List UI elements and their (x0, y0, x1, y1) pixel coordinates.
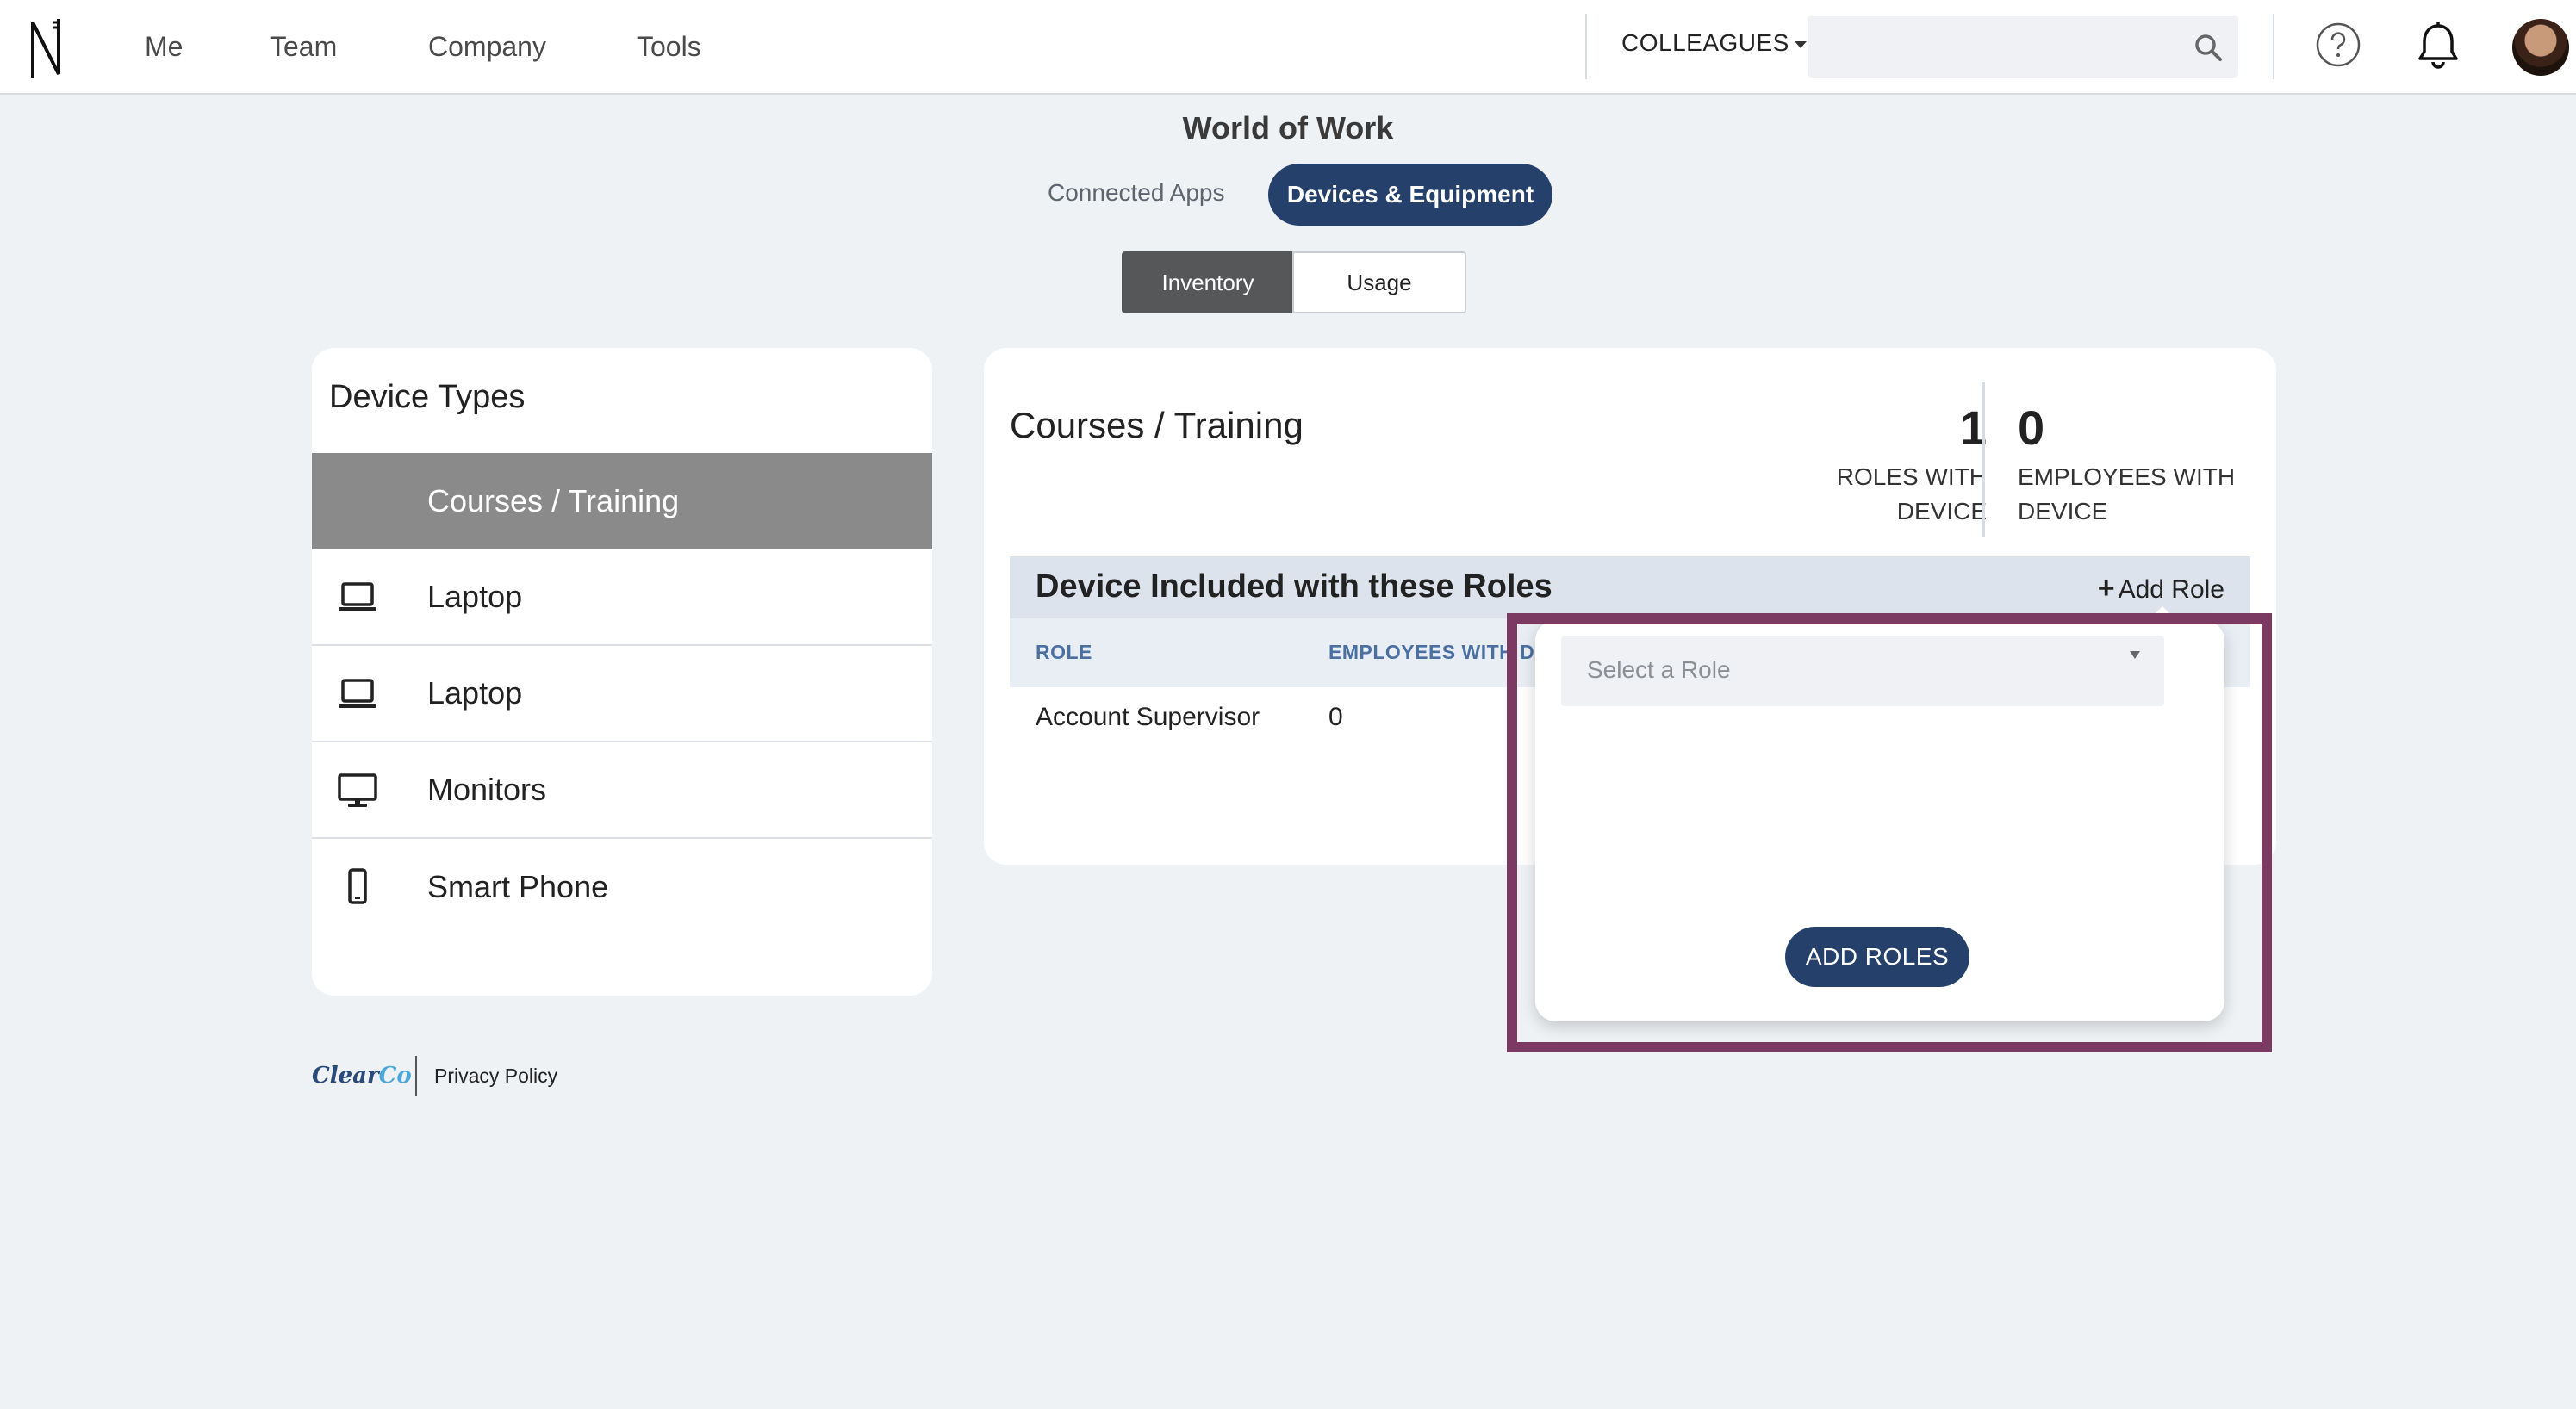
privacy-policy-link[interactable]: Privacy Policy (434, 1065, 557, 1088)
user-avatar[interactable] (2512, 19, 2569, 76)
plus-icon: + (2097, 572, 2115, 605)
device-types-title: Device Types (329, 379, 526, 415)
colleagues-label: COLLEAGUES (1621, 29, 1789, 56)
stat-label-line: DEVICE (1896, 498, 1987, 524)
device-type-item-smart-phone[interactable]: Smart Phone (312, 839, 932, 935)
nav-company[interactable]: Company (428, 28, 546, 65)
topbar-divider (1585, 14, 1587, 79)
tab-connected-apps[interactable]: Connected Apps (1048, 179, 1225, 207)
chevron-down-icon (1794, 40, 1807, 48)
logo-text: Co (378, 1063, 412, 1089)
stat-label-line: ROLES WITH (1836, 463, 1987, 490)
employees-with-device-count: 0 (2018, 400, 2045, 455)
logo-text: Clear (312, 1063, 379, 1089)
device-type-item-laptop[interactable]: Laptop (312, 549, 932, 646)
monitor-icon (338, 773, 377, 807)
page-title: World of Work (1182, 110, 1394, 146)
add-role-button[interactable]: + Add Role (2098, 572, 2224, 605)
top-navigation-bar: Me Team Company Tools COLLEAGUES (0, 0, 2576, 95)
company-logo: ClearCo (312, 1063, 412, 1089)
roles-section-header: Device Included with these Roles + Add Ro… (1010, 556, 2250, 618)
roles-with-device-label: ROLES WITH DEVICE (1837, 460, 1987, 529)
table-cell-role: Account Supervisor (1036, 703, 1260, 731)
search-icon[interactable] (2193, 33, 2223, 62)
employees-with-device-label: EMPLOYEES WITH DEVICE (2018, 460, 2235, 529)
device-types-panel: Device Types Courses / Training Laptop L… (312, 348, 932, 996)
stats-divider (1982, 382, 1985, 537)
app-logo-icon[interactable] (29, 17, 64, 79)
footer-divider (415, 1056, 417, 1096)
device-type-label: Smart Phone (427, 869, 609, 904)
device-type-label: Laptop (427, 579, 523, 614)
nav-team[interactable]: Team (270, 28, 337, 65)
segment-inventory[interactable]: Inventory (1122, 251, 1294, 313)
device-detail-title: Courses / Training (1010, 405, 1304, 445)
roles-section-title: Device Included with these Roles (1036, 568, 1552, 605)
colleagues-dropdown[interactable]: COLLEAGUES (1621, 29, 1807, 57)
add-role-label: Add Role (2118, 575, 2224, 604)
segment-usage[interactable]: Usage (1292, 251, 1466, 313)
device-type-item-courses-training[interactable]: Courses / Training (312, 453, 932, 549)
topbar-divider (2273, 14, 2274, 79)
device-type-label: Courses / Training (427, 483, 680, 518)
tab-devices-equipment[interactable]: Devices & Equipment (1268, 164, 1552, 226)
stat-label-line: DEVICE (2018, 498, 2108, 524)
stat-label-line: EMPLOYEES WITH (2018, 463, 2236, 490)
laptop-icon (339, 679, 376, 708)
device-type-label: Monitors (427, 772, 547, 807)
column-header-role[interactable]: ROLE (1036, 641, 1092, 664)
phone-icon (348, 868, 367, 904)
laptop-icon (339, 582, 376, 611)
help-icon[interactable] (2314, 21, 2362, 69)
device-type-label: Laptop (427, 675, 523, 711)
highlight-annotation-box (1507, 613, 2272, 1052)
table-cell-employees: 0 (1328, 703, 1343, 731)
notification-bell-icon[interactable] (2416, 21, 2461, 71)
nav-me[interactable]: Me (145, 28, 183, 65)
search-input[interactable] (1808, 16, 2238, 78)
device-type-item-monitors[interactable]: Monitors (312, 742, 932, 839)
device-type-item-laptop[interactable]: Laptop (312, 646, 932, 742)
nav-tools[interactable]: Tools (637, 28, 701, 65)
